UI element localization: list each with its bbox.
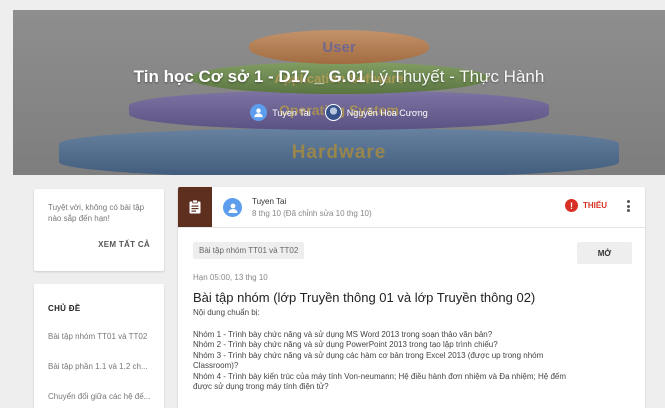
due-date: Hạn 05:00, 13 thg 10 <box>193 273 268 282</box>
alert-icon: ! <box>565 199 578 212</box>
post-intro: Nội dung chuẩn bị: <box>193 308 260 317</box>
status-label: THIẾU <box>583 201 607 210</box>
more-options-icon[interactable] <box>625 198 631 214</box>
course-title-main: Tin học Cơ sở 1 - D17 _ G.01 <box>133 67 366 86</box>
profile-photo-icon <box>324 104 342 121</box>
topic-item[interactable]: Bài tập nhóm TT01 và TT02 <box>48 332 150 341</box>
person-avatar-icon <box>250 104 268 121</box>
topic-item[interactable]: Bài tập phần 1.1 và 1.2 ch... <box>48 362 150 371</box>
topics-heading: CHỦ ĐỀ <box>48 304 81 313</box>
post-line: Nhóm 1 - Trình bày chức năng và sử dụng … <box>193 329 493 339</box>
topics-card: CHỦ ĐỀ Bài tập nhóm TT01 và TT02 Bài tập… <box>34 284 164 408</box>
assignment-icon <box>178 187 212 227</box>
post-author: Tuyen Tai <box>252 197 287 206</box>
see-all-link[interactable]: XEM TẤT CẢ <box>98 240 150 249</box>
upcoming-message: Tuyệt vời, không có bài tập nào sắp đến … <box>48 203 145 223</box>
post-date: 8 thg 10 (Đã chỉnh sửa 10 thg 10) <box>252 209 372 218</box>
post-body: Nội dung chuẩn bị: Nhóm 1 - Trình bày ch… <box>193 308 573 393</box>
post-divider <box>178 227 645 228</box>
teacher-item[interactable]: Tuyen Tai <box>250 104 311 121</box>
topic-chip[interactable]: Bài tập nhóm TT01 và TT02 <box>193 242 305 259</box>
banner-overlay <box>13 10 665 175</box>
post-line: Nhóm 4 - Trình bày kiến trúc của máy tín… <box>193 371 566 392</box>
missing-status-badge: ! THIẾU <box>565 199 607 212</box>
course-title: Tin học Cơ sở 1 - D17 _ G.01 Lý Thuyết -… <box>13 67 665 87</box>
teacher-list: Tuyen Tai Nguyễn Hoa Cương <box>13 104 665 121</box>
topic-item[interactable]: Chuyển đổi giữa các hệ đế... <box>48 392 150 401</box>
open-button[interactable]: MỞ <box>577 242 632 264</box>
teacher-item[interactable]: Nguyễn Hoa Cương <box>324 104 428 121</box>
teacher-name: Nguyễn Hoa Cương <box>346 107 428 118</box>
author-avatar-icon <box>223 198 242 217</box>
upcoming-card: Tuyệt vời, không có bài tập nào sắp đến … <box>34 189 164 271</box>
post-title[interactable]: Bài tập nhóm (lớp Truyền thông 01 và lớp… <box>193 290 535 305</box>
teacher-name: Tuyen Tai <box>272 107 311 118</box>
course-title-sub: Lý Thuyết - Thực Hành <box>365 67 545 86</box>
assignment-post: Tuyen Tai 8 thg 10 (Đã chỉnh sửa 10 thg … <box>178 187 645 408</box>
class-banner: Hardware Operating System Application So… <box>13 10 665 175</box>
post-line: Nhóm 3 - Trình bày chức năng và sử dụng … <box>193 350 544 371</box>
post-line: Nhóm 2 - Trình bày chức năng và sử dụng … <box>193 340 498 349</box>
